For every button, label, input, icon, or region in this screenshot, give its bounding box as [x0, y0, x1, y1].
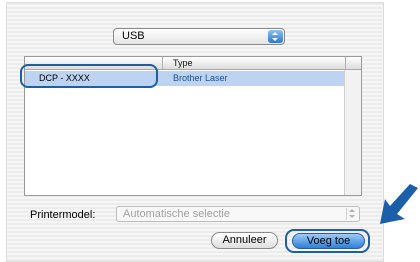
printer-model-label: Printermodel: [30, 209, 96, 221]
pointer-arrow-icon [380, 184, 418, 224]
list-scrollbar[interactable] [344, 70, 361, 195]
select-arrows-icon [346, 208, 357, 220]
connection-type-popup[interactable]: USB [113, 28, 285, 45]
connection-type-value: USB [122, 30, 145, 42]
cancel-button[interactable]: Annuleer [211, 232, 278, 249]
popup-arrows-icon [268, 30, 283, 43]
column-header-type[interactable]: Type [173, 57, 193, 69]
printer-model-select[interactable]: Automatische selectie [116, 206, 360, 222]
add-button[interactable]: Voeg toe [292, 233, 365, 249]
printer-type: Brother Laser [173, 73, 228, 83]
printer-model-value: Automatische selectie [123, 208, 230, 220]
column-separator [162, 57, 163, 69]
printer-name-highlight [20, 64, 158, 88]
column-separator [345, 57, 346, 69]
